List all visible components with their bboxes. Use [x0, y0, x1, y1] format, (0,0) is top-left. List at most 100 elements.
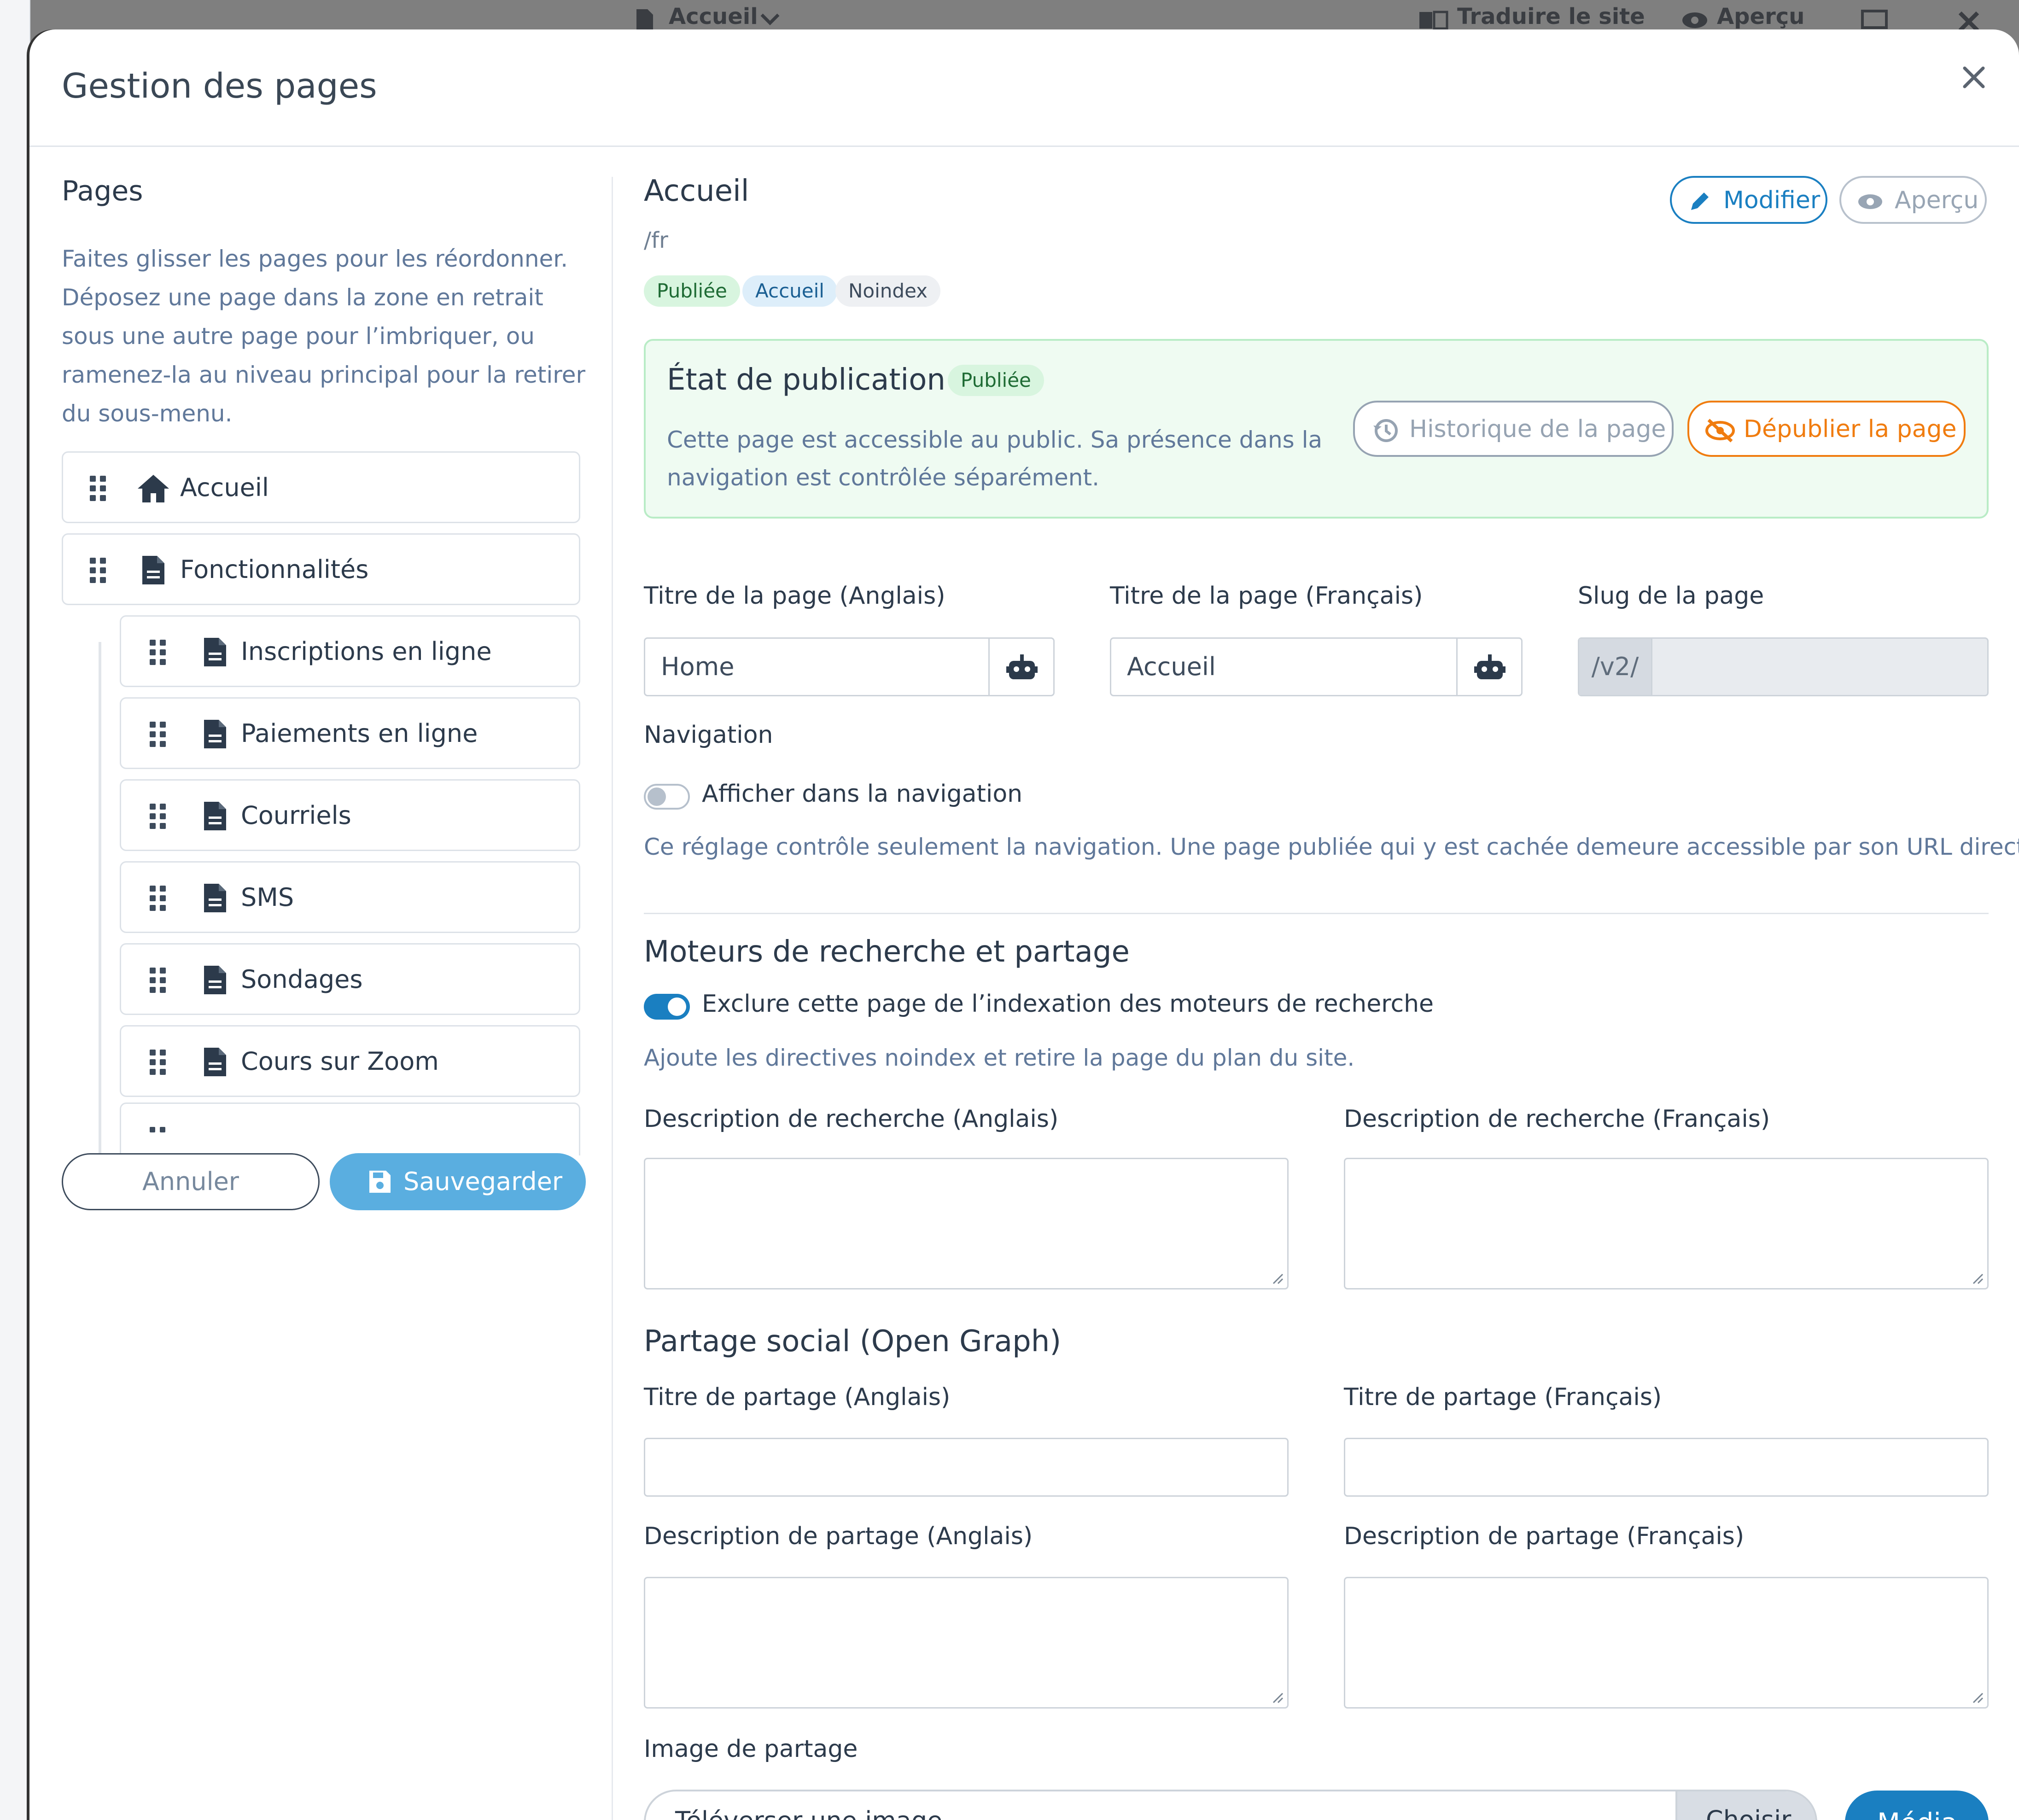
resize-handle-icon[interactable]: [1971, 1691, 1984, 1703]
share-image-upload[interactable]: Téléverser une image Choisir: [644, 1790, 1817, 1820]
share-title-fr-input[interactable]: [1344, 1438, 1989, 1497]
search-desc-fr-label: Description de recherche (Français): [1344, 1105, 1770, 1133]
page-item[interactable]: Sondages: [120, 943, 580, 1015]
title-en-input[interactable]: Home: [644, 637, 1055, 696]
page-item[interactable]: Fonctionnalités: [62, 533, 580, 605]
media-label: Média: [1877, 1807, 1957, 1820]
drag-handle-icon[interactable]: [149, 721, 167, 748]
auto-translate-button[interactable]: [988, 639, 1053, 695]
search-desc-fr-textarea[interactable]: [1344, 1158, 1989, 1289]
title-en-value: Home: [661, 652, 735, 681]
eye-icon: [1858, 194, 1882, 209]
auto-translate-button[interactable]: [1456, 639, 1521, 695]
publication-description: Cette page est accessible au public. Sa …: [667, 426, 1323, 491]
status-badge-home: Accueil: [742, 275, 837, 307]
robot-icon: [1006, 654, 1038, 679]
choose-file-button[interactable]: Choisir: [1675, 1791, 1815, 1820]
noindex-toggle[interactable]: [644, 994, 690, 1020]
choose-label: Choisir: [1706, 1805, 1791, 1820]
title-fr-input[interactable]: Accueil: [1110, 637, 1523, 696]
column-divider: [612, 177, 613, 1820]
desktop-icon[interactable]: [1861, 9, 1888, 32]
drag-handle-icon[interactable]: [149, 885, 167, 912]
save-icon: [369, 1171, 391, 1193]
robot-icon: [1474, 654, 1505, 679]
background-sidebar: [0, 0, 30, 1820]
seo-section-heading: Moteurs de recherche et partage: [644, 935, 1130, 969]
background-preview-label[interactable]: Aperçu: [1717, 4, 1804, 29]
drag-handle-icon[interactable]: [149, 1049, 167, 1076]
edit-button-label: Modifier: [1723, 187, 1821, 214]
history-icon: [1373, 419, 1398, 442]
status-badge-published: Publiée: [644, 275, 740, 307]
edit-button[interactable]: Modifier: [1670, 176, 1827, 224]
page-item-label: Paiements en ligne: [241, 719, 478, 748]
file-icon: [204, 966, 226, 994]
share-desc-en-label: Description de partage (Anglais): [644, 1522, 1033, 1550]
page-item-label: Cours sur Zoom: [241, 1047, 439, 1076]
unpublish-button[interactable]: Dépublier la page: [1687, 401, 1966, 457]
save-button[interactable]: Sauvegarder: [330, 1153, 586, 1210]
page-item-label: Inscriptions en ligne: [241, 637, 492, 666]
share-title-en-input[interactable]: [644, 1438, 1289, 1497]
page-item-label: SMS: [241, 883, 294, 912]
upload-placeholder: Téléverser une image: [675, 1806, 942, 1820]
background-translate-label[interactable]: Traduire le site: [1457, 4, 1645, 29]
resize-handle-icon[interactable]: [1271, 1272, 1284, 1284]
page-item[interactable]: Cours sur Zoom: [120, 1025, 580, 1097]
share-desc-fr-label: Description de partage (Français): [1344, 1522, 1745, 1550]
file-icon: [204, 1048, 226, 1076]
preview-button[interactable]: Aperçu: [1839, 176, 1987, 224]
unpublish-label: Dépublier la page: [1744, 415, 1957, 443]
toggle-knob: [648, 788, 666, 806]
toggle-knob: [668, 998, 686, 1016]
page-item-label: Courriels: [241, 801, 351, 830]
drag-handle-icon[interactable]: [149, 639, 167, 666]
file-icon: [142, 556, 164, 584]
drag-handle-icon[interactable]: [89, 557, 107, 584]
share-desc-fr-textarea[interactable]: [1344, 1577, 1989, 1709]
page-item-partial[interactable]: [120, 1102, 580, 1155]
show-in-navigation-toggle[interactable]: [644, 784, 690, 810]
drag-handle-icon[interactable]: [89, 475, 107, 502]
noindex-help: Ajoute les directives noindex et retire …: [644, 1044, 1355, 1071]
share-title-fr-label: Titre de partage (Français): [1344, 1383, 1662, 1411]
search-desc-en-label: Description de recherche (Anglais): [644, 1105, 1059, 1133]
social-section-heading: Partage social (Open Graph): [644, 1324, 1062, 1359]
page-history-button[interactable]: Historique de la page: [1353, 401, 1674, 457]
navigation-heading: Navigation: [644, 721, 773, 749]
page-history-label: Historique de la page: [1409, 415, 1666, 443]
page-item[interactable]: Accueil: [62, 451, 580, 523]
share-desc-en-textarea[interactable]: [644, 1577, 1289, 1709]
share-title-en-label: Titre de partage (Anglais): [644, 1383, 951, 1411]
drag-handle-icon[interactable]: [149, 967, 167, 994]
file-icon: [204, 638, 226, 666]
page-item-label: Accueil: [180, 473, 269, 502]
nest-indent-line: [99, 642, 101, 1155]
save-button-label: Sauvegarder: [403, 1167, 563, 1196]
background-tab-label[interactable]: Accueil: [669, 4, 758, 29]
share-image-label: Image de partage: [644, 1735, 858, 1763]
title-fr-value: Accueil: [1127, 652, 1216, 681]
page-item[interactable]: SMS: [120, 861, 580, 933]
file-icon: [204, 884, 226, 912]
search-desc-en-textarea[interactable]: [644, 1158, 1289, 1289]
noindex-label: Exclure cette page de l’indexation des m…: [702, 990, 1434, 1018]
chevron-down-icon: [760, 13, 780, 25]
drag-handle-icon[interactable]: [149, 1126, 167, 1154]
cancel-button[interactable]: Annuler: [62, 1153, 320, 1210]
file-icon: [204, 720, 226, 748]
home-icon: [138, 475, 169, 502]
publication-status-badge: Publiée: [948, 365, 1044, 396]
page-item[interactable]: Courriels: [120, 779, 580, 851]
page-item[interactable]: Paiements en ligne: [120, 697, 580, 769]
page-item[interactable]: Inscriptions en ligne: [120, 615, 580, 687]
media-library-button[interactable]: Média: [1845, 1791, 1989, 1820]
slug-input[interactable]: /v2/: [1578, 637, 1989, 696]
eye-slash-icon: [1705, 419, 1735, 443]
page-detail-title: Accueil: [644, 174, 749, 208]
close-icon[interactable]: [1962, 65, 1986, 89]
drag-handle-icon[interactable]: [149, 803, 167, 830]
resize-handle-icon[interactable]: [1271, 1691, 1284, 1703]
resize-handle-icon[interactable]: [1971, 1272, 1984, 1284]
